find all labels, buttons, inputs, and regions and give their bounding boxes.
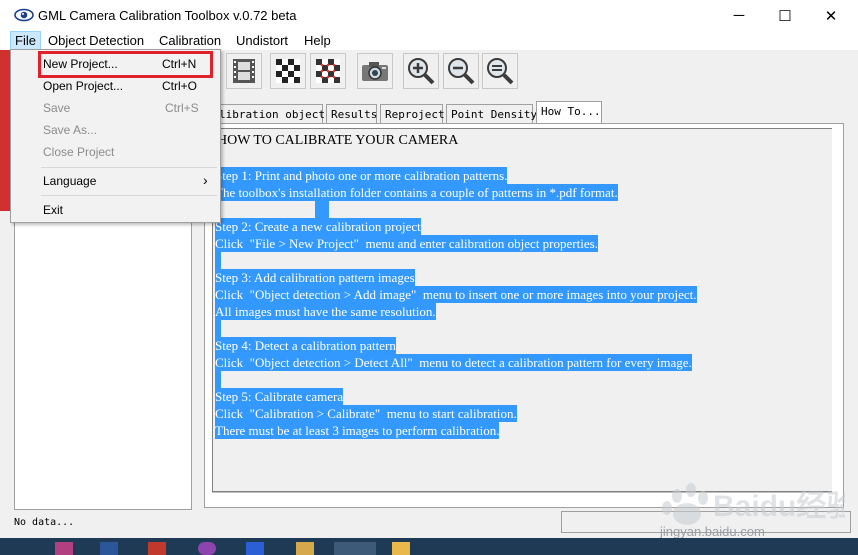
zoom-out-icon[interactable] <box>443 53 479 89</box>
toolbar <box>210 50 600 95</box>
tab-reproject[interactable]: Reproject <box>380 104 445 123</box>
camera-icon[interactable] <box>357 53 393 89</box>
text-line: There must be at least 3 images to perfo… <box>215 422 500 439</box>
tab-calibration-object[interactable]: libration object <box>214 104 325 123</box>
taskbar-app-icon[interactable] <box>55 542 73 555</box>
text-line: Click "Object detection > Detect All" me… <box>215 354 692 371</box>
app-eye-icon <box>14 8 34 22</box>
shortcut-save: Ctrl+S <box>165 101 199 115</box>
submenu-arrow-icon: › <box>203 172 208 188</box>
text-line: Step 1: Print and photo one or more cali… <box>215 167 508 184</box>
how-to-heading: HOW TO CALIBRATE YOUR CAMERA <box>217 133 459 148</box>
menu-separator <box>41 195 217 196</box>
window-title: GML Camera Calibration Toolbox v.0.72 be… <box>38 8 297 23</box>
tab-results[interactable]: Results <box>326 104 377 123</box>
text-line: Click "Object detection > Add image" men… <box>215 286 697 303</box>
text-line-blank <box>215 320 221 337</box>
menu-item-save[interactable]: Save <box>43 98 70 118</box>
text-line: Step 5: Calibrate camera <box>215 388 344 405</box>
shortcut-open-project: Ctrl+O <box>162 79 198 93</box>
annotation-highlight-box <box>38 51 213 78</box>
gml-app-taskbar-icon[interactable] <box>334 542 376 555</box>
text-line: The toolbox's installation folder contai… <box>215 184 618 201</box>
browser-icon[interactable] <box>198 542 216 555</box>
paint-icon[interactable] <box>296 542 314 555</box>
text-line: Step 3: Add calibration pattern images <box>215 269 415 286</box>
text-line-blank <box>215 371 221 388</box>
close-button[interactable]: ✕ <box>808 0 854 31</box>
pdf-icon[interactable] <box>148 542 166 555</box>
text-line: Click "File > New Project" menu and ente… <box>215 235 598 252</box>
menu-item-language[interactable]: Language <box>43 171 96 191</box>
checkerboard-points-icon[interactable] <box>310 53 346 89</box>
zoom-in-icon[interactable] <box>403 53 439 89</box>
menu-item-save-as[interactable]: Save As... <box>43 120 97 140</box>
word-icon[interactable] <box>100 542 118 555</box>
tab-how-to[interactable]: How To... <box>536 101 602 124</box>
checkerboard-icon[interactable] <box>270 53 306 89</box>
menu-help[interactable]: Help <box>300 31 335 50</box>
status-text: No data... <box>14 517 75 528</box>
how-to-text-area[interactable]: HOW TO CALIBRATE YOUR CAMERA Step 1: Pri… <box>212 128 832 492</box>
tab-point-density[interactable]: Point Density <box>446 104 537 123</box>
baidu-paw-icon[interactable] <box>246 542 264 555</box>
zoom-reset-icon[interactable] <box>482 53 518 89</box>
taskbar <box>0 538 858 555</box>
text-line-blank <box>315 201 329 218</box>
film-icon[interactable] <box>226 53 262 89</box>
text-line: Step 2: Create a new calibration project <box>215 218 421 235</box>
desktop-background-strip <box>0 31 10 211</box>
minimize-button[interactable]: ─ <box>716 0 762 31</box>
menu-undistort[interactable]: Undistort <box>232 31 292 50</box>
menu-separator <box>41 167 217 168</box>
text-line: All images must have the same resolution… <box>215 303 436 320</box>
menu-object-detection[interactable]: Object Detection <box>44 31 148 50</box>
watermark-url: jingyan.baidu.com <box>660 524 765 539</box>
text-line-blank <box>215 252 221 269</box>
menu-item-exit[interactable]: Exit <box>43 200 63 220</box>
menu-file[interactable]: File <box>10 31 41 50</box>
folder-icon[interactable] <box>392 542 410 555</box>
text-line: Step 4: Detect a calibration pattern <box>215 337 396 354</box>
menu-calibration[interactable]: Calibration <box>155 31 225 50</box>
text-line: Click "Calibration > Calibrate" menu to … <box>215 405 517 422</box>
watermark-text: Baidu经验 <box>713 489 845 523</box>
menu-item-open-project[interactable]: Open Project... <box>43 76 123 96</box>
maximize-button[interactable]: ☐ <box>762 0 808 31</box>
menu-item-close-project[interactable]: Close Project <box>43 142 114 162</box>
